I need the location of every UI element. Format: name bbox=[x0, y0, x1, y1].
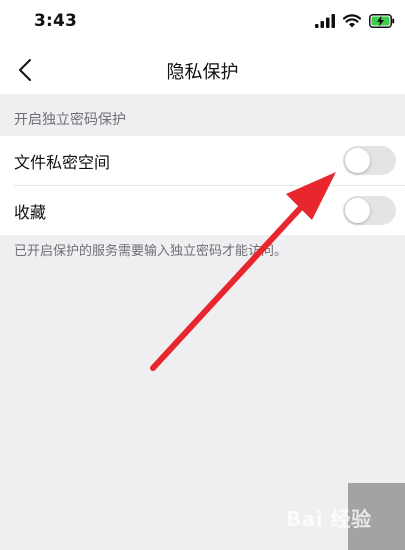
settings-row-private-space: 文件私密空间 bbox=[0, 136, 405, 185]
footer-note: 已开启保护的服务需要输入独立密码才能访问。 bbox=[14, 244, 288, 259]
battery-charging-icon bbox=[369, 14, 395, 28]
row-label-private-space: 文件私密空间 bbox=[14, 152, 111, 172]
section-header: 开启独立密码保护 bbox=[14, 112, 126, 128]
settings-group: 文件私密空间 收藏 bbox=[0, 136, 405, 235]
toggle-knob bbox=[345, 148, 370, 173]
status-bar: 3:43 bbox=[0, 0, 405, 46]
signal-icon bbox=[315, 14, 335, 28]
status-time: 3:43 bbox=[34, 11, 78, 31]
toggle-knob bbox=[345, 198, 370, 223]
wifi-icon bbox=[343, 14, 361, 28]
status-icons bbox=[315, 14, 395, 28]
settings-row-favorites: 收藏 bbox=[14, 185, 405, 235]
watermark-logo: Bai 经验 bbox=[286, 507, 372, 531]
page-title: 隐私保护 bbox=[166, 62, 239, 83]
toggle-private-space[interactable] bbox=[343, 146, 396, 175]
row-label-favorites: 收藏 bbox=[14, 202, 47, 222]
nav-bar: 隐私保护 bbox=[0, 46, 405, 94]
toggle-favorites[interactable] bbox=[343, 196, 396, 225]
